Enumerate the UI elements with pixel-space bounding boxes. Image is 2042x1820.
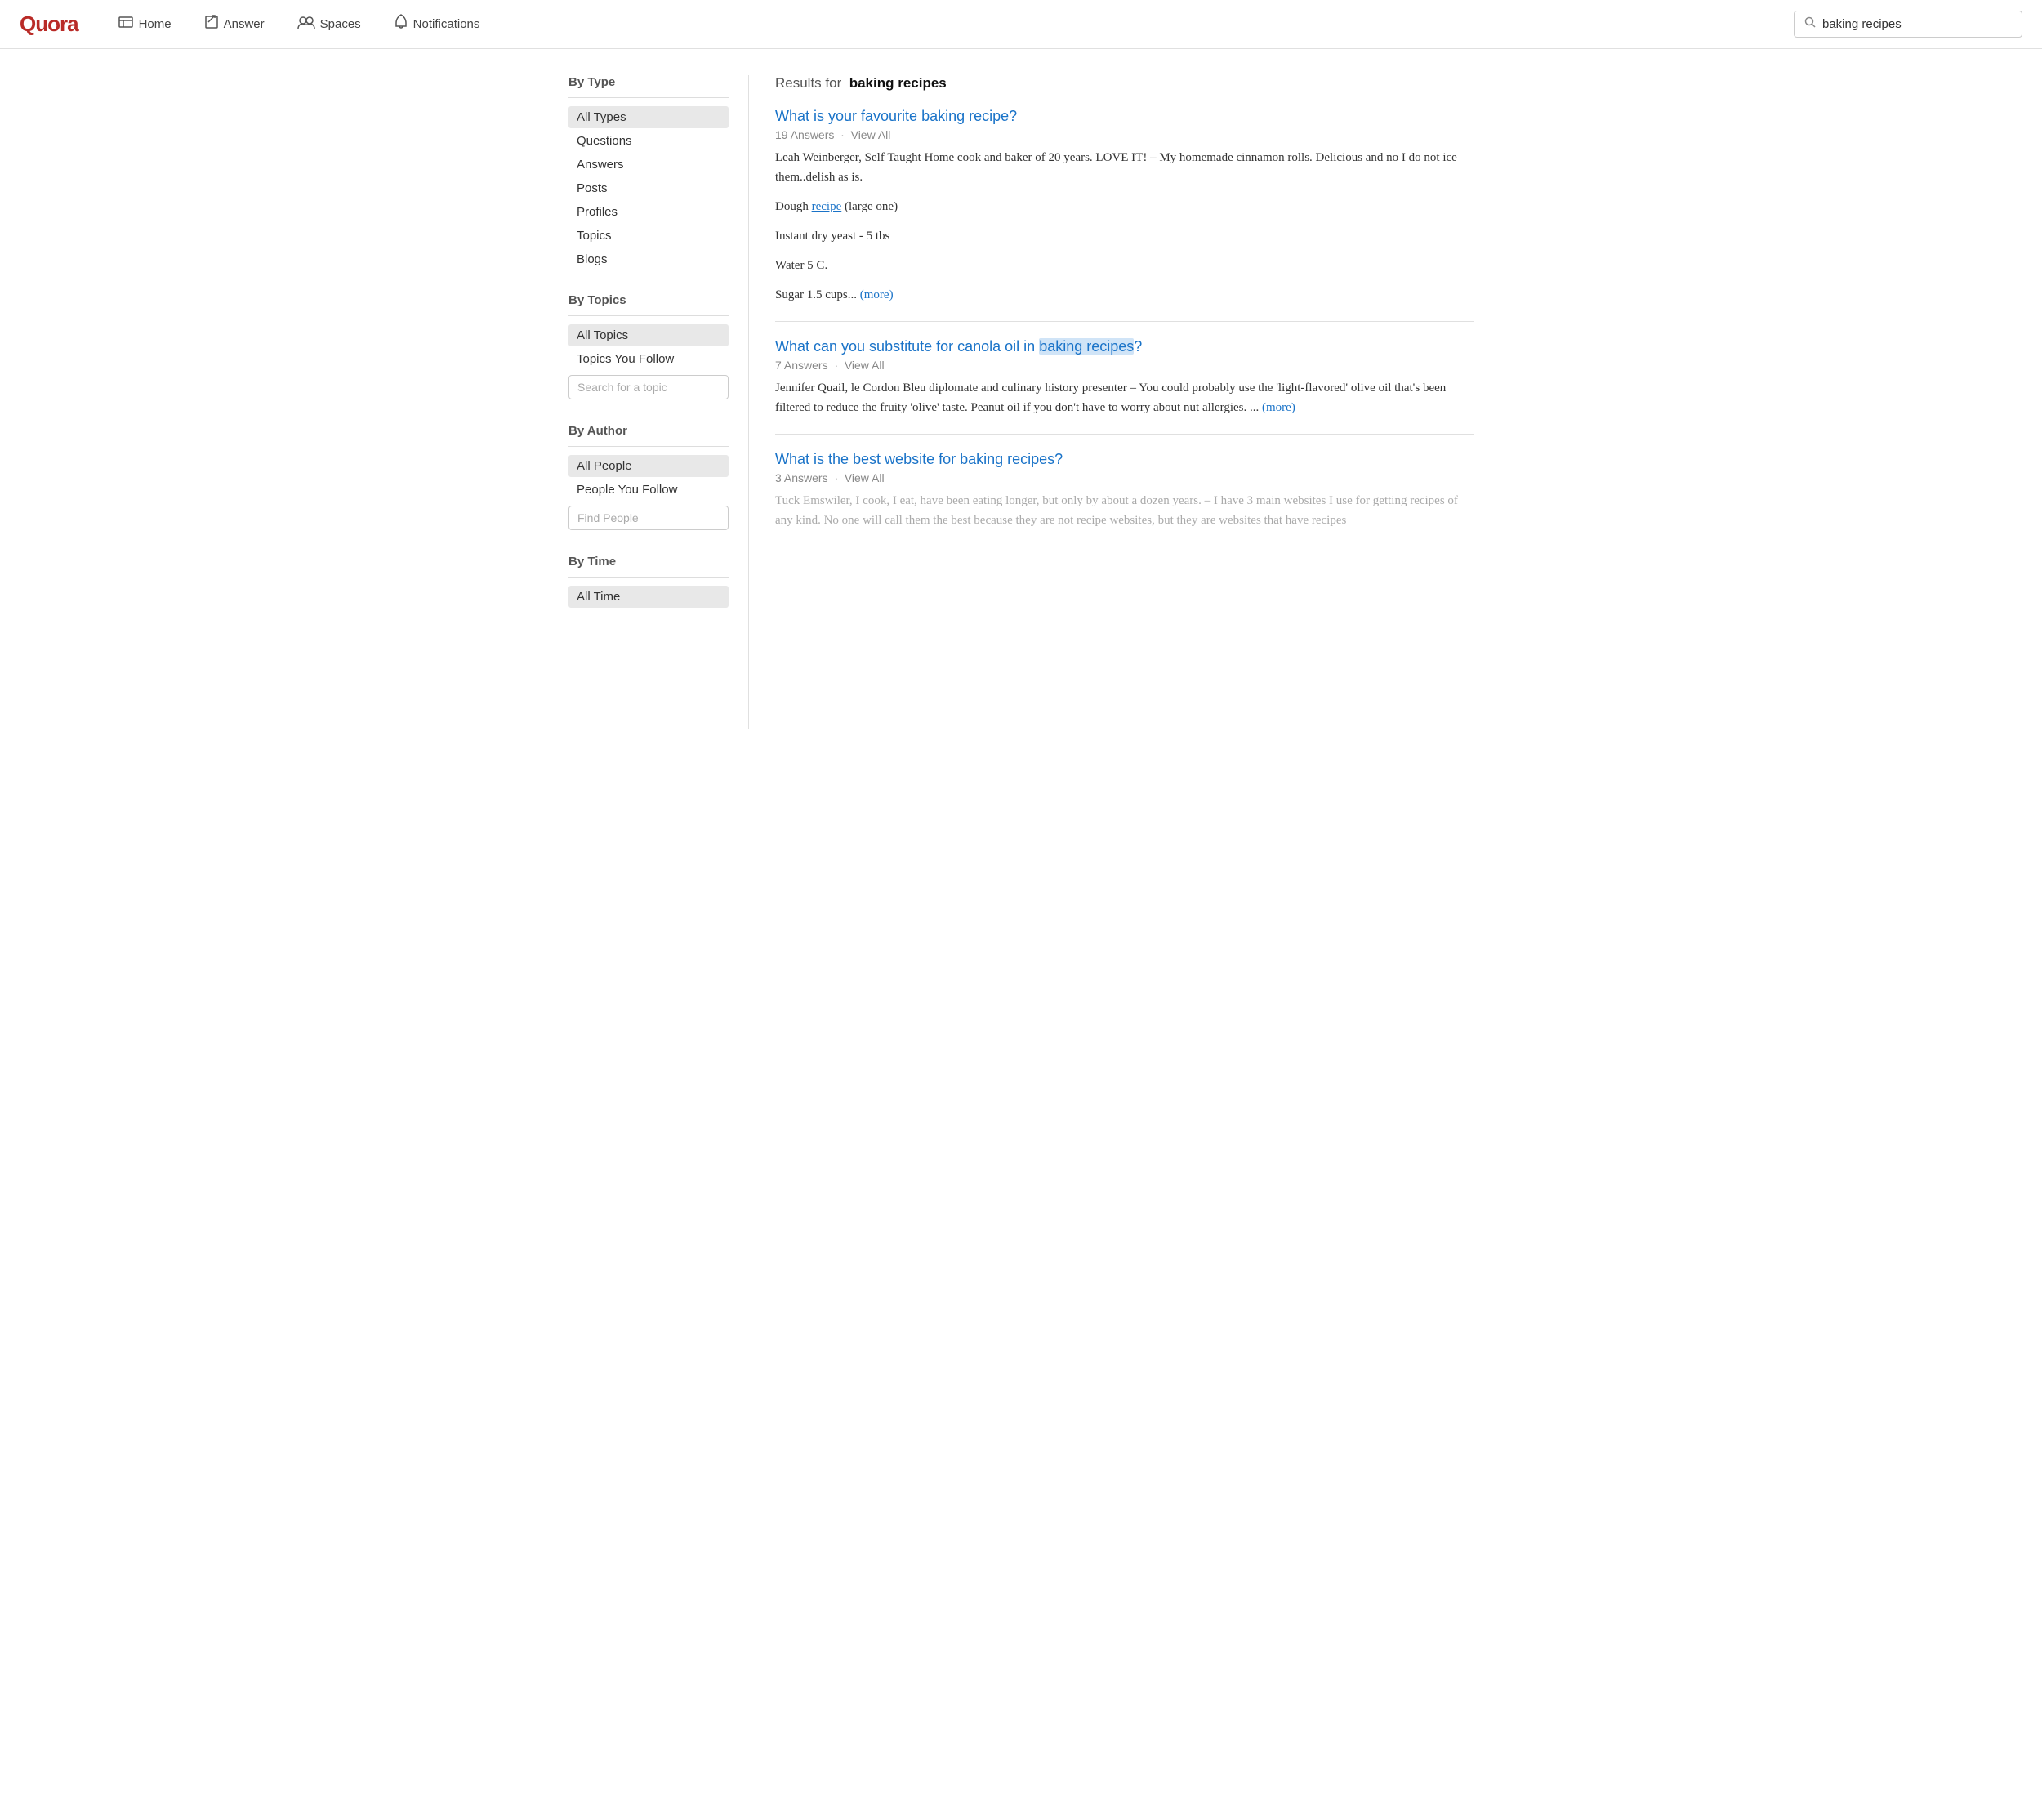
logo[interactable]: Quora [20, 11, 78, 37]
sidebar-item-topics-you-follow[interactable]: Topics You Follow [568, 348, 729, 370]
results-label: Results for [775, 75, 841, 91]
search-icon [1804, 16, 1816, 32]
result-1-body: Leah Weinberger, Self Taught Home cook a… [775, 148, 1474, 305]
by-topics-divider [568, 315, 729, 316]
sidebar-item-topics[interactable]: Topics [568, 225, 729, 247]
result-item-2: What can you substitute for canola oil i… [775, 338, 1474, 417]
result-1-more[interactable]: (more) [860, 288, 894, 301]
nav-home-label: Home [139, 17, 172, 31]
by-topics-section: By Topics All Topics Topics You Follow [568, 293, 729, 401]
nav-spaces-label: Spaces [320, 17, 361, 31]
result-2-meta: 7 Answers · View All [775, 359, 1474, 372]
sidebar-item-posts[interactable]: Posts [568, 177, 729, 199]
result-1-view-all[interactable]: View All [851, 128, 891, 141]
sidebar-item-all-time[interactable]: All Time [568, 586, 729, 608]
results-query: baking recipes [849, 75, 947, 91]
result-3-meta: 3 Answers · View All [775, 471, 1474, 484]
sidebar-item-all-topics[interactable]: All Topics [568, 324, 729, 346]
by-author-divider [568, 446, 729, 447]
sidebar-item-profiles[interactable]: Profiles [568, 201, 729, 223]
result-item-3: What is the best website for baking reci… [775, 451, 1474, 530]
sidebar-item-all-people[interactable]: All People [568, 455, 729, 477]
search-bar[interactable] [1794, 11, 2022, 38]
result-1-answers: 19 Answers [775, 128, 834, 141]
divider-2 [775, 434, 1474, 435]
result-3-title[interactable]: What is the best website for baking reci… [775, 451, 1063, 467]
by-topics-title: By Topics [568, 293, 729, 307]
by-type-title: By Type [568, 75, 729, 89]
by-author-title: By Author [568, 424, 729, 438]
sidebar-item-answers[interactable]: Answers [568, 154, 729, 176]
spaces-icon [297, 15, 315, 33]
by-time-section: By Time All Time [568, 555, 729, 608]
sidebar-item-blogs[interactable]: Blogs [568, 248, 729, 270]
by-type-section: By Type All Types Questions Answers Post… [568, 75, 729, 270]
by-time-divider [568, 577, 729, 578]
result-2-title[interactable]: What can you substitute for canola oil i… [775, 338, 1142, 355]
result-3-answers: 3 Answers [775, 471, 828, 484]
divider-1 [775, 321, 1474, 322]
nav-notifications-label: Notifications [413, 17, 480, 31]
result-1-para-4: Water 5 C. [775, 256, 1474, 275]
result-1-para-1: Leah Weinberger, Self Taught Home cook a… [775, 148, 1474, 187]
sidebar: By Type All Types Questions Answers Post… [568, 75, 748, 729]
result-2-view-all[interactable]: View All [845, 359, 885, 372]
main-content: Results for baking recipes What is your … [748, 75, 1474, 729]
home-icon [118, 15, 134, 33]
results-header: Results for baking recipes [775, 75, 1474, 91]
by-author-section: By Author All People People You Follow [568, 424, 729, 532]
people-search-input[interactable] [568, 506, 729, 530]
search-input[interactable] [1822, 17, 2012, 31]
by-type-divider [568, 97, 729, 98]
result-1-para-3: Instant dry yeast - 5 tbs [775, 226, 1474, 246]
sidebar-item-questions[interactable]: Questions [568, 130, 729, 152]
nav-home[interactable]: Home [111, 11, 178, 37]
topic-search-input[interactable] [568, 375, 729, 399]
result-1-para-5: Sugar 1.5 cups... (more) [775, 285, 1474, 305]
result-1-meta: 19 Answers · View All [775, 128, 1474, 141]
by-time-title: By Time [568, 555, 729, 569]
result-2-answers: 7 Answers [775, 359, 828, 372]
sidebar-item-all-types[interactable]: All Types [568, 106, 729, 128]
result-3-view-all[interactable]: View All [845, 471, 885, 484]
result-1-para-2: Dough recipe (large one) [775, 197, 1474, 216]
bell-icon [394, 14, 408, 34]
recipe-link[interactable]: recipe [812, 200, 842, 213]
result-2-body: Jennifer Quail, le Cordon Bleu diplomate… [775, 378, 1474, 417]
result-2-more[interactable]: (more) [1262, 401, 1295, 414]
page-layout: By Type All Types Questions Answers Post… [555, 49, 1487, 729]
sidebar-item-people-you-follow[interactable]: People You Follow [568, 479, 729, 501]
nav-spaces[interactable]: Spaces [291, 11, 368, 37]
nav-answer-label: Answer [224, 17, 265, 31]
result-1-title[interactable]: What is your favourite baking recipe? [775, 108, 1017, 124]
navbar: Quora Home Answer [0, 0, 2042, 49]
answer-icon [204, 15, 219, 33]
result-3-body: Tuck Emswiler, I cook, I eat, have been … [775, 491, 1474, 530]
nav-answer[interactable]: Answer [198, 11, 271, 37]
result-item-1: What is your favourite baking recipe? 19… [775, 108, 1474, 305]
nav-notifications[interactable]: Notifications [387, 11, 487, 38]
